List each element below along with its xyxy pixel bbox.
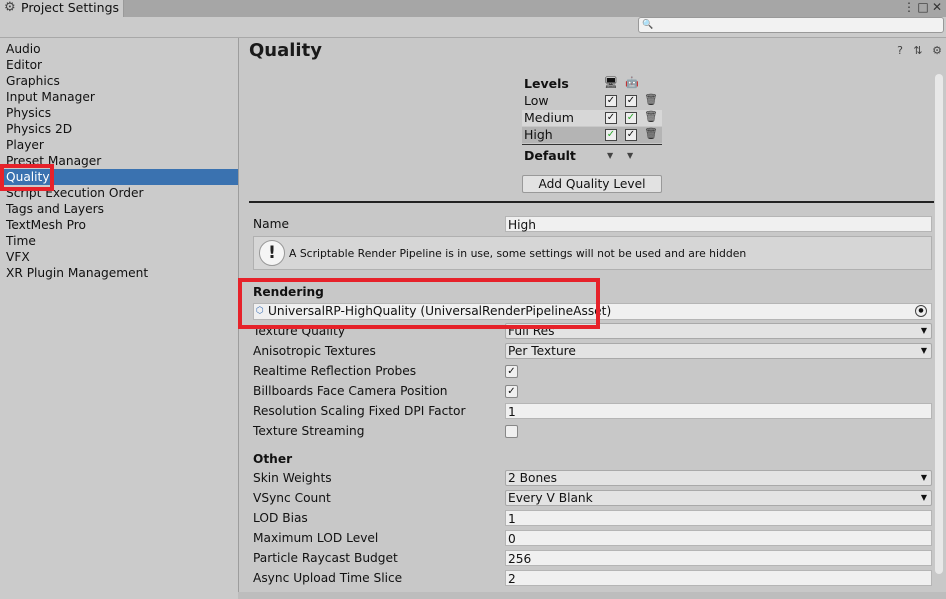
vsync-dropdown[interactable]: Every V Blank ▼ [505, 490, 932, 506]
res-scaling-label: Resolution Scaling Fixed DPI Factor [253, 404, 466, 418]
menu-icon[interactable]: ⋮ [902, 0, 916, 14]
level-checkbox-default[interactable]: ✓ [625, 112, 637, 124]
level-checkbox[interactable]: ✓ [605, 95, 617, 107]
skin-weights-label: Skin Weights [253, 471, 332, 485]
android-icon: 🤖 [625, 76, 639, 89]
level-name: Medium [524, 110, 574, 125]
maximize-icon[interactable]: □ [916, 0, 930, 14]
billboards-label: Billboards Face Camera Position [253, 384, 448, 398]
close-icon[interactable]: ✕ [930, 0, 944, 14]
levels-header: Levels [524, 76, 569, 91]
trash-icon[interactable]: 🗑 [644, 94, 658, 106]
chevron-down-icon: ▼ [920, 326, 927, 335]
async-slice-label: Async Upload Time Slice [253, 571, 403, 585]
quality-highlight-box [0, 164, 54, 191]
search-icon: 🔍 [642, 20, 654, 30]
level-checkbox[interactable]: ✓ [605, 112, 617, 124]
sidebar-item-xr-plugin-management[interactable]: XR Plugin Management [0, 265, 238, 281]
aniso-dropdown[interactable]: Per Texture ▼ [505, 343, 932, 359]
level-checkbox[interactable]: ✓ [625, 95, 637, 107]
particle-budget-field[interactable]: 256 [505, 550, 932, 566]
sidebar-item-player[interactable]: Player [0, 137, 238, 153]
level-name: Low [524, 93, 549, 108]
add-quality-level-button[interactable]: Add Quality Level [522, 175, 662, 193]
max-lod-field[interactable]: 0 [505, 530, 932, 546]
realtime-reflection-checkbox[interactable]: ✓ [505, 365, 518, 378]
chevron-down-icon: ▼ [920, 493, 927, 502]
particle-budget-label: Particle Raycast Budget [253, 551, 398, 565]
presets-icon[interactable]: ⇅ [911, 44, 925, 58]
chevron-down-icon: ▼ [920, 473, 927, 482]
name-label: Name [253, 217, 289, 231]
sidebar-item-physics-2d[interactable]: Physics 2D [0, 121, 238, 137]
horizontal-scrollbar[interactable] [238, 592, 946, 599]
warning-icon: ! [259, 240, 285, 266]
trash-icon[interactable]: 🗑 [644, 128, 658, 140]
level-checkbox[interactable]: ✓ [625, 129, 637, 141]
tex-streaming-label: Texture Streaming [253, 424, 365, 438]
gear-icon: ⚙ [4, 0, 16, 15]
sidebar-item-audio[interactable]: Audio [0, 41, 238, 57]
settings-gear-icon[interactable]: ⚙ [930, 44, 944, 58]
warning-text: A Scriptable Render Pipeline is in use, … [289, 247, 747, 260]
scrollbar-thumb[interactable] [935, 74, 943, 574]
page-title: Quality [249, 40, 322, 61]
sidebar-item-textmesh-pro[interactable]: TextMesh Pro [0, 217, 238, 233]
lod-bias-field[interactable]: 1 [505, 510, 932, 526]
level-row-medium[interactable]: Medium ✓ ✓ 🗑 [522, 110, 662, 126]
default-label: Default [524, 148, 576, 163]
default-standalone-dropdown-icon[interactable]: ▼ [607, 151, 613, 160]
aniso-label: Anisotropic Textures [253, 344, 376, 358]
async-slice-field[interactable]: 2 [505, 570, 932, 586]
max-lod-label: Maximum LOD Level [253, 531, 379, 545]
billboards-checkbox[interactable]: ✓ [505, 385, 518, 398]
trash-icon[interactable]: 🗑 [644, 111, 658, 123]
sidebar-item-physics[interactable]: Physics [0, 105, 238, 121]
chevron-down-icon: ▼ [920, 346, 927, 355]
sidebar-item-graphics[interactable]: Graphics [0, 73, 238, 89]
sidebar-item-tags-and-layers[interactable]: Tags and Layers [0, 201, 238, 217]
level-name: High [524, 127, 553, 142]
vertical-scrollbar[interactable] [934, 62, 944, 592]
default-android-dropdown-icon[interactable]: ▼ [627, 151, 633, 160]
res-scaling-field[interactable]: 1 [505, 403, 932, 419]
help-icon[interactable]: ? [893, 44, 907, 58]
srp-warning-box: ! A Scriptable Render Pipeline is in use… [253, 236, 932, 270]
level-row-high[interactable]: High ✓ ✓ 🗑 [522, 127, 662, 143]
sidebar: Audio Editor Graphics Input Manager Phys… [0, 38, 239, 599]
level-row-low[interactable]: Low ✓ ✓ 🗑 [522, 93, 662, 109]
tex-streaming-checkbox[interactable] [505, 425, 518, 438]
sidebar-item-editor[interactable]: Editor [0, 57, 238, 73]
window-title: Project Settings [21, 0, 120, 15]
sidebar-item-input-manager[interactable]: Input Manager [0, 89, 238, 105]
vsync-label: VSync Count [253, 491, 331, 505]
title-bar [0, 0, 946, 17]
sidebar-item-time[interactable]: Time [0, 233, 238, 249]
levels-divider [522, 144, 662, 145]
lod-bias-label: LOD Bias [253, 511, 308, 525]
window-tab[interactable]: ⚙ Project Settings [0, 0, 124, 17]
rendering-highlight-box [238, 278, 600, 329]
level-checkbox-default[interactable]: ✓ [605, 129, 617, 141]
standalone-icon: 🖥 [604, 76, 618, 89]
sidebar-item-vfx[interactable]: VFX [0, 249, 238, 265]
section-separator [249, 201, 935, 203]
other-header: Other [253, 452, 293, 466]
realtime-reflection-label: Realtime Reflection Probes [253, 364, 417, 378]
skin-weights-dropdown[interactable]: 2 Bones ▼ [505, 470, 932, 486]
name-field[interactable]: High [505, 216, 932, 232]
object-picker-icon[interactable]: ● [915, 305, 927, 317]
search-input[interactable]: 🔍 [638, 17, 944, 33]
